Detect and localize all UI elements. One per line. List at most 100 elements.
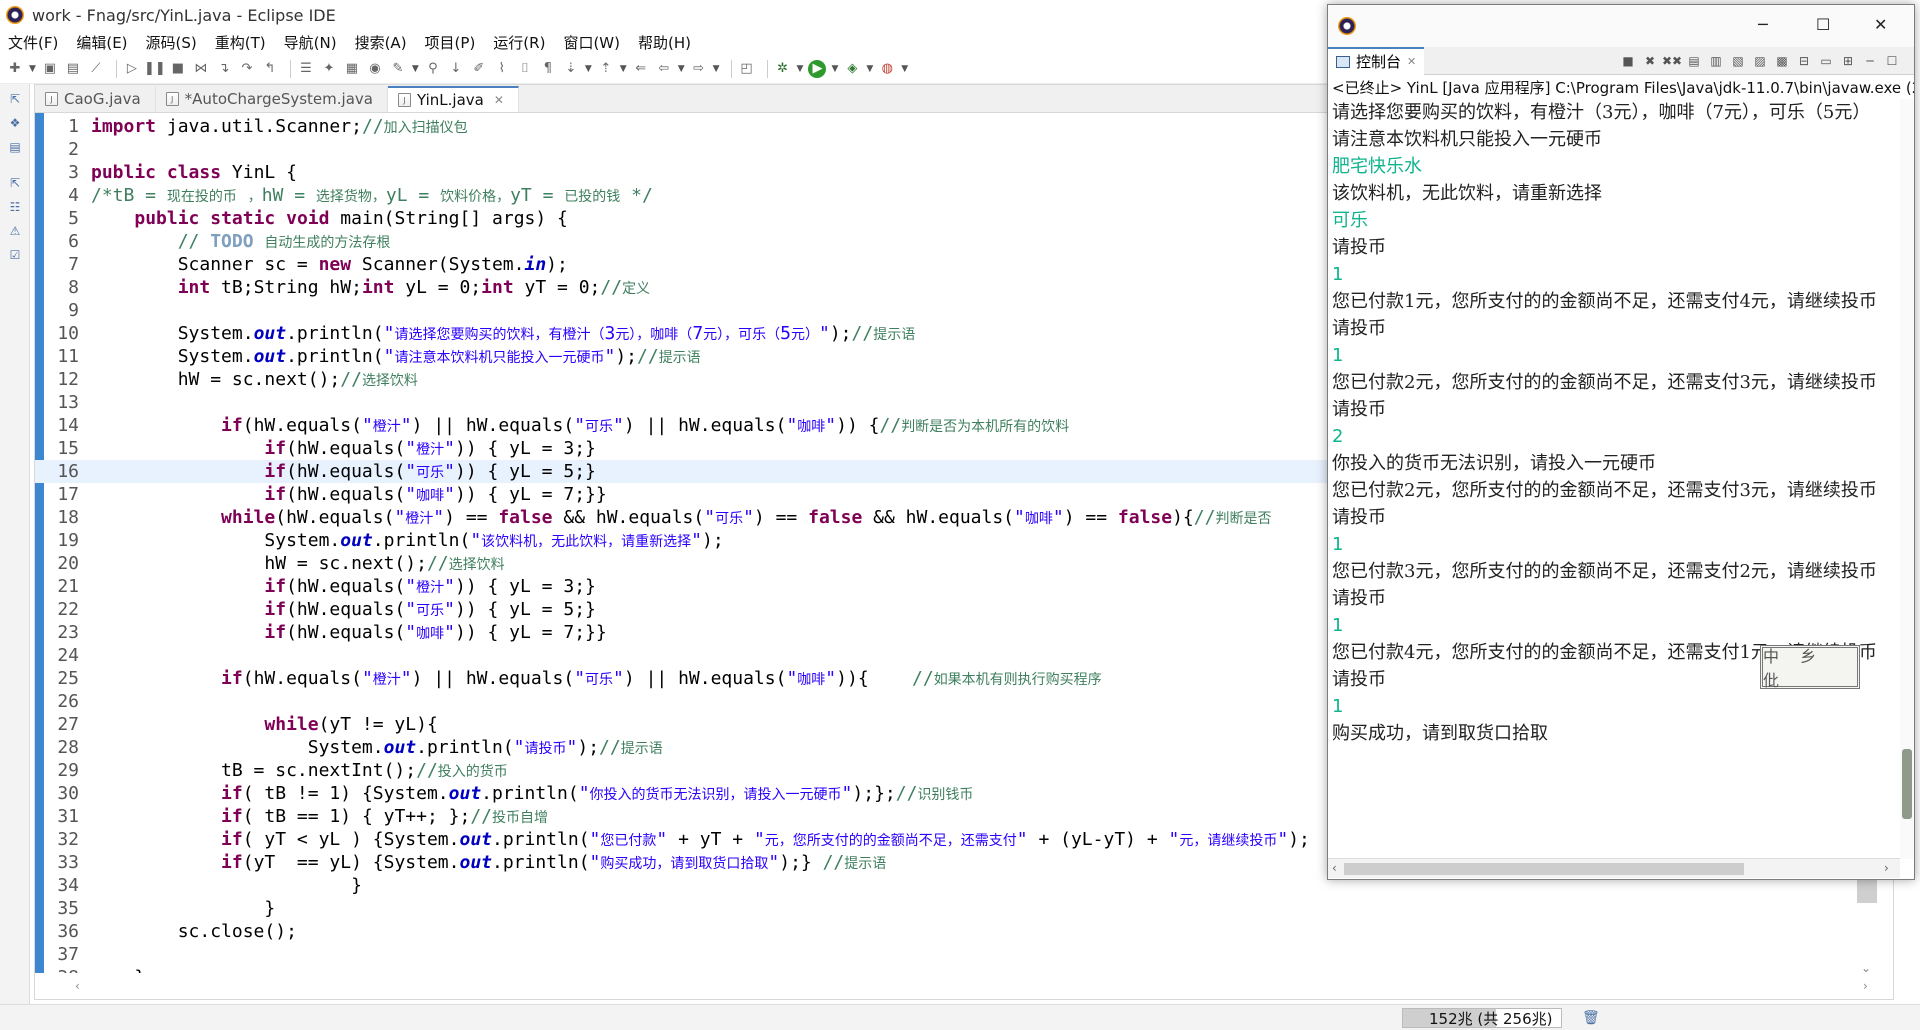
open-console-icon[interactable]: ⊞	[1840, 53, 1856, 69]
terminate-icon[interactable]: ■	[169, 60, 187, 78]
package-explorer-icon[interactable]: ❖	[6, 114, 24, 132]
save-icon[interactable]: ▣	[41, 60, 59, 78]
forward-icon[interactable]: ⇨	[690, 60, 708, 78]
word-wrap-icon[interactable]: ▧	[1730, 53, 1746, 69]
tab-yinl[interactable]: J YinL.java ✕	[387, 86, 519, 112]
tab-caog[interactable]: J CaoG.java	[35, 86, 156, 112]
display-console-icon[interactable]: ▭	[1818, 53, 1834, 69]
save-all-icon[interactable]: ▤	[64, 60, 82, 78]
clear-console-icon[interactable]: ▤	[1686, 53, 1702, 69]
code-token: if	[221, 415, 243, 436]
scroll-right-icon[interactable]: ›	[1884, 861, 1889, 875]
code-token: "可乐"	[405, 599, 455, 620]
last-edit-location-icon[interactable]: ⇐	[632, 60, 650, 78]
menu-search[interactable]: 搜索(A)	[353, 31, 409, 54]
terminate-icon[interactable]: ■	[1620, 53, 1636, 69]
block-select-icon[interactable]: ⌷	[516, 60, 534, 78]
show-on-output-icon[interactable]: ▨	[1752, 53, 1768, 69]
chevron-down-icon[interactable]: ▼	[678, 64, 685, 74]
debug-icon[interactable]: ✲	[774, 60, 792, 78]
menu-window[interactable]: 窗口(W)	[561, 31, 622, 54]
next-annotation-icon[interactable]: ↓	[447, 60, 465, 78]
next-edit-icon[interactable]: ⇣	[562, 60, 580, 78]
type-hierarchy-icon[interactable]: ▤	[6, 138, 24, 156]
menu-help[interactable]: 帮助(H)	[636, 31, 693, 54]
open-type-icon[interactable]: ✎	[389, 60, 407, 78]
outline-icon[interactable]: ☷	[6, 198, 24, 216]
new-class-icon[interactable]: ◉	[366, 60, 384, 78]
step-return-icon[interactable]: ↰	[261, 60, 279, 78]
remove-all-icon[interactable]: ✖✖	[1662, 53, 1682, 69]
close-icon[interactable]: ✕	[1407, 55, 1416, 68]
close-icon[interactable]: ✕	[1874, 15, 1887, 34]
scrollbar-thumb[interactable]	[1902, 749, 1912, 819]
menu-source[interactable]: 源码(S)	[144, 31, 199, 54]
scroll-down-icon[interactable]: ⌄	[1861, 961, 1871, 975]
scroll-lock-icon[interactable]: ▥	[1708, 53, 1724, 69]
external-tools-icon[interactable]: ◍	[878, 60, 896, 78]
tab-autochargesystem[interactable]: J *AutoChargeSystem.java	[156, 86, 388, 112]
show-on-error-icon[interactable]: ▩	[1774, 53, 1790, 69]
coverage-icon[interactable]: ◈	[843, 60, 861, 78]
word-wrap-icon[interactable]: ⌇	[493, 60, 511, 78]
remove-launch-icon[interactable]: ✖	[1642, 53, 1658, 69]
toggle-mark-icon[interactable]: ✐	[470, 60, 488, 78]
trash-icon[interactable]: 🗑	[1582, 1010, 1600, 1026]
code-token: //提示语	[599, 737, 663, 758]
chevron-down-icon[interactable]: ▼	[831, 64, 838, 74]
close-icon[interactable]: ✕	[494, 93, 504, 107]
new-icon[interactable]: ✚	[6, 60, 24, 78]
console-vertical-scrollbar[interactable]	[1900, 99, 1914, 859]
scroll-left-icon[interactable]: ‹	[75, 979, 80, 993]
chevron-down-icon[interactable]: ▼	[29, 64, 36, 74]
code-token: "请注意本饮料机只能投入一元硬币"	[383, 346, 616, 367]
console-output[interactable]: 请选择您要购买的饮料，有橙汁（3元），咖啡（7元），可乐（5元） 请注意本饮料机只…	[1328, 99, 1898, 849]
show-whitespace-icon[interactable]: ¶	[539, 60, 557, 78]
use-step-filters-icon[interactable]: ☰	[297, 60, 315, 78]
code-token: .println(	[492, 829, 590, 850]
step-into-icon[interactable]: ↴	[215, 60, 233, 78]
suspend-icon[interactable]: ❚❚	[144, 60, 166, 78]
previous-edit-icon[interactable]: ⇡	[597, 60, 615, 78]
menu-navigate[interactable]: 导航(N)	[282, 31, 339, 54]
code-token: 自动生成的方法存根	[264, 235, 391, 251]
chevron-down-icon[interactable]: ▼	[585, 64, 592, 74]
tab-console[interactable]: 控制台 ✕	[1328, 46, 1425, 75]
console-horizontal-scrollbar[interactable]: ‹ ›	[1328, 858, 1900, 878]
menu-project[interactable]: 项目(P)	[423, 31, 478, 54]
minimize-icon[interactable]: ─	[1862, 53, 1878, 69]
scroll-right-icon[interactable]: ›	[1863, 979, 1868, 993]
step-over-icon[interactable]: ↷	[238, 60, 256, 78]
chevron-down-icon[interactable]: ▼	[620, 64, 627, 74]
skip-breakpoints-icon[interactable]: ⟋	[87, 60, 105, 78]
scroll-left-icon[interactable]: ‹	[1332, 861, 1337, 875]
new-package-icon[interactable]: ▦	[343, 60, 361, 78]
heap-status[interactable]: 152兆 (共 256兆)	[1402, 1008, 1562, 1028]
disconnect-icon[interactable]: ⋈	[192, 60, 210, 78]
maximize-icon[interactable]: ☐	[1884, 53, 1900, 69]
maximize-icon[interactable]: ☐	[1816, 15, 1830, 34]
menu-edit[interactable]: 编辑(E)	[74, 31, 129, 54]
pin-console-icon[interactable]: ⊟	[1796, 53, 1812, 69]
resume-icon[interactable]: ▷	[123, 60, 141, 78]
chevron-down-icon[interactable]: ▼	[713, 64, 720, 74]
search-icon[interactable]: ⚲	[424, 60, 442, 78]
restore-icon[interactable]: ⇱	[6, 90, 24, 108]
minimize-icon[interactable]: ─	[1758, 15, 1768, 34]
tasks-icon[interactable]: ☑	[6, 246, 24, 264]
restore-icon[interactable]: ⇱	[6, 174, 24, 192]
open-perspective-icon[interactable]: ◰	[738, 60, 756, 78]
chevron-down-icon[interactable]: ▼	[797, 64, 804, 74]
chevron-down-icon[interactable]: ▼	[412, 64, 419, 74]
back-icon[interactable]: ⇦	[655, 60, 673, 78]
chevron-down-icon[interactable]: ▼	[901, 64, 908, 74]
menu-run[interactable]: 运行(R)	[491, 31, 547, 54]
menu-file[interactable]: 文件(F)	[6, 31, 60, 54]
scrollbar-thumb[interactable]	[1344, 863, 1744, 875]
menu-refactor[interactable]: 重构(T)	[213, 31, 268, 54]
chevron-down-icon[interactable]: ▼	[866, 64, 873, 74]
new-java-project-icon[interactable]: ✦	[320, 60, 338, 78]
problems-icon[interactable]: ⚠	[6, 222, 24, 240]
run-icon[interactable]: ▶	[808, 59, 827, 78]
editor-horizontal-scrollbar[interactable]: ‹ ›	[75, 977, 1875, 997]
